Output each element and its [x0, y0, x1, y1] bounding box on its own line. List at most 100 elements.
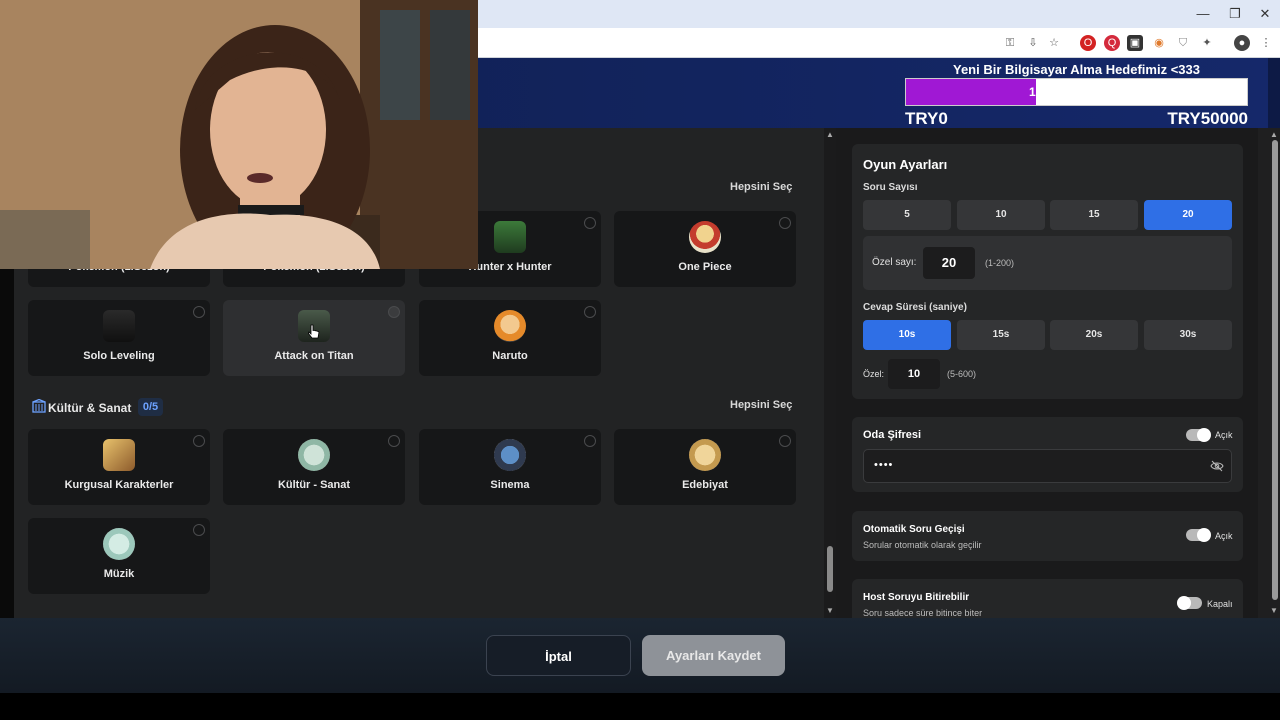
question-count-5-button[interactable]: 5 — [863, 200, 951, 230]
auto-next-toggle-label: Açık — [1215, 531, 1233, 541]
extension-dark-icon[interactable]: ▣ — [1127, 35, 1143, 51]
shield-icon[interactable]: ⛉ — [1175, 35, 1191, 51]
custom-time-label: Özel: — [863, 369, 885, 379]
webcam-person-image — [0, 0, 478, 269]
custom-count-row: Özel sayı: 20 (1-200) — [863, 236, 1232, 290]
profile-avatar-icon[interactable]: ● — [1234, 35, 1250, 51]
hand-cursor-icon — [308, 324, 320, 339]
building-icon — [32, 399, 46, 413]
host-end-title: Host Soruyu Bitirebilir — [863, 592, 970, 603]
game-settings-title: Oyun Ayarları — [863, 157, 948, 172]
auto-next-title: Otomatik Soru Geçişi — [863, 524, 965, 535]
auto-next-card: Otomatik Soru Geçişi Sorular otomatik ol… — [852, 511, 1243, 561]
question-count-20-button[interactable]: 20 — [1144, 200, 1232, 230]
custom-count-label: Özel sayı: — [872, 257, 917, 268]
room-password-title: Oda Şifresi — [863, 429, 922, 441]
question-count-10-button[interactable]: 10 — [957, 200, 1045, 230]
anime-select-all-button[interactable]: Hepsini Seç — [730, 181, 792, 193]
category-card-music[interactable]: Müzik — [28, 518, 210, 594]
room-password-toggle-label: Açık — [1215, 430, 1233, 440]
category-card-label: Attack on Titan — [274, 350, 354, 362]
custom-time-range: (5-600) — [947, 369, 977, 379]
eye-off-icon[interactable] — [1210, 460, 1224, 472]
extensions-puzzle-icon[interactable]: ✦ — [1199, 35, 1215, 51]
category-radio[interactable] — [193, 435, 205, 447]
category-card-label: Solo Leveling — [83, 350, 155, 362]
category-card-fictional-characters[interactable]: Kurgusal Karakterler — [28, 429, 210, 505]
settings-scroll-thumb[interactable] — [1272, 140, 1278, 600]
category-scrollbar[interactable]: ▲ ▼ — [824, 128, 836, 618]
culture-select-all-button[interactable]: Hepsini Seç — [730, 399, 792, 411]
room-password-card: Oda Şifresi Açık •••• — [852, 417, 1243, 492]
category-card-label: Kurgusal Karakterler — [64, 479, 174, 491]
donation-max-label: TRY50000 — [1167, 109, 1248, 128]
category-radio[interactable] — [584, 306, 596, 318]
opera-extension-icon[interactable]: O — [1080, 35, 1096, 51]
category-card-label: Edebiyat — [682, 479, 728, 491]
answer-time-20s-button[interactable]: 20s — [1050, 320, 1138, 350]
category-radio[interactable] — [193, 524, 205, 536]
auto-next-toggle[interactable] — [1186, 528, 1211, 542]
category-radio[interactable] — [584, 217, 596, 229]
category-card-label: Müzik — [103, 568, 135, 580]
category-radio[interactable] — [584, 435, 596, 447]
question-count-label: Soru Sayısı — [863, 182, 918, 193]
host-end-description: Soru sadece süre bitince biter — [863, 608, 983, 618]
bookmark-star-icon[interactable]: ☆ — [1046, 35, 1062, 51]
donation-progress-value: 1 — [1029, 85, 1036, 99]
category-card-label: One Piece — [678, 261, 732, 273]
screen: — ❐ ✕ ⚿ ⇩ ☆ O Q ▣ ◉ ⛉ ✦ ● ⋮ Yeni Bir Bil… — [0, 0, 1280, 720]
category-radio[interactable] — [388, 435, 400, 447]
scroll-down-arrow-icon[interactable]: ▼ — [826, 606, 834, 615]
category-radio[interactable] — [193, 306, 205, 318]
category-card-solo-leveling[interactable]: Solo Leveling — [28, 300, 210, 376]
banner-scrollbar[interactable] — [1268, 58, 1280, 128]
host-end-card: Host Soruyu Bitirebilir Soru sadece süre… — [852, 579, 1243, 618]
answer-time-10s-button[interactable]: 10s — [863, 320, 951, 350]
answer-time-15s-button[interactable]: 15s — [957, 320, 1045, 350]
game-settings-card: Oyun Ayarları Soru Sayısı 5 10 15 20 Öze… — [852, 144, 1243, 399]
category-radio[interactable] — [779, 435, 791, 447]
category-card-naruto[interactable]: Naruto — [419, 300, 601, 376]
toy-characters-icon — [103, 439, 135, 471]
install-icon[interactable]: ⇩ — [1025, 35, 1041, 51]
restore-icon[interactable]: ❐ — [1220, 4, 1250, 24]
close-icon[interactable]: ✕ — [1250, 4, 1280, 24]
menu-kebab-icon[interactable]: ⋮ — [1258, 35, 1274, 51]
solo-leveling-icon — [103, 310, 135, 342]
question-count-15-button[interactable]: 15 — [1050, 200, 1138, 230]
extension-orange-icon[interactable]: ◉ — [1151, 35, 1167, 51]
toggle-knob — [1177, 596, 1191, 610]
category-card-culture-art[interactable]: Kültür - Sanat — [223, 429, 405, 505]
room-password-field[interactable]: •••• — [863, 449, 1232, 483]
culture-category-title: Kültür & Sanat — [48, 401, 132, 415]
music-icon — [103, 528, 135, 560]
settings-scrollbar[interactable]: ▲ ▼ — [1258, 128, 1280, 618]
custom-time-input[interactable]: 10 — [888, 359, 940, 389]
answer-time-label: Cevap Süresi (saniye) — [863, 302, 967, 313]
webcam-overlay — [0, 0, 478, 269]
donation-progress-fill — [906, 79, 1036, 105]
donation-progress-bar: 1 — [905, 78, 1248, 106]
room-password-toggle[interactable] — [1186, 428, 1211, 442]
scroll-up-arrow-icon[interactable]: ▲ — [1270, 130, 1278, 139]
host-end-toggle[interactable] — [1177, 596, 1202, 610]
category-radio[interactable] — [779, 217, 791, 229]
extension-red-icon[interactable]: Q — [1104, 35, 1120, 51]
scroll-up-arrow-icon[interactable]: ▲ — [826, 130, 834, 139]
custom-count-range: (1-200) — [985, 258, 1015, 268]
category-radio[interactable] — [388, 306, 400, 318]
answer-time-30s-button[interactable]: 30s — [1144, 320, 1232, 350]
category-card-literature[interactable]: Edebiyat — [614, 429, 796, 505]
category-card-cinema[interactable]: Sinema — [419, 429, 601, 505]
save-settings-button[interactable]: Ayarları Kaydet — [642, 635, 785, 676]
cancel-button[interactable]: İptal — [486, 635, 631, 676]
category-card-one-piece[interactable]: One Piece — [614, 211, 796, 287]
minimize-icon[interactable]: — — [1188, 4, 1218, 24]
custom-count-input[interactable]: 20 — [923, 247, 975, 279]
category-card-label: Sinema — [490, 479, 530, 491]
hunter-x-hunter-icon — [494, 221, 526, 253]
category-scroll-thumb[interactable] — [827, 546, 833, 592]
scroll-down-arrow-icon[interactable]: ▼ — [1270, 606, 1278, 615]
key-icon[interactable]: ⚿ — [1002, 35, 1018, 51]
